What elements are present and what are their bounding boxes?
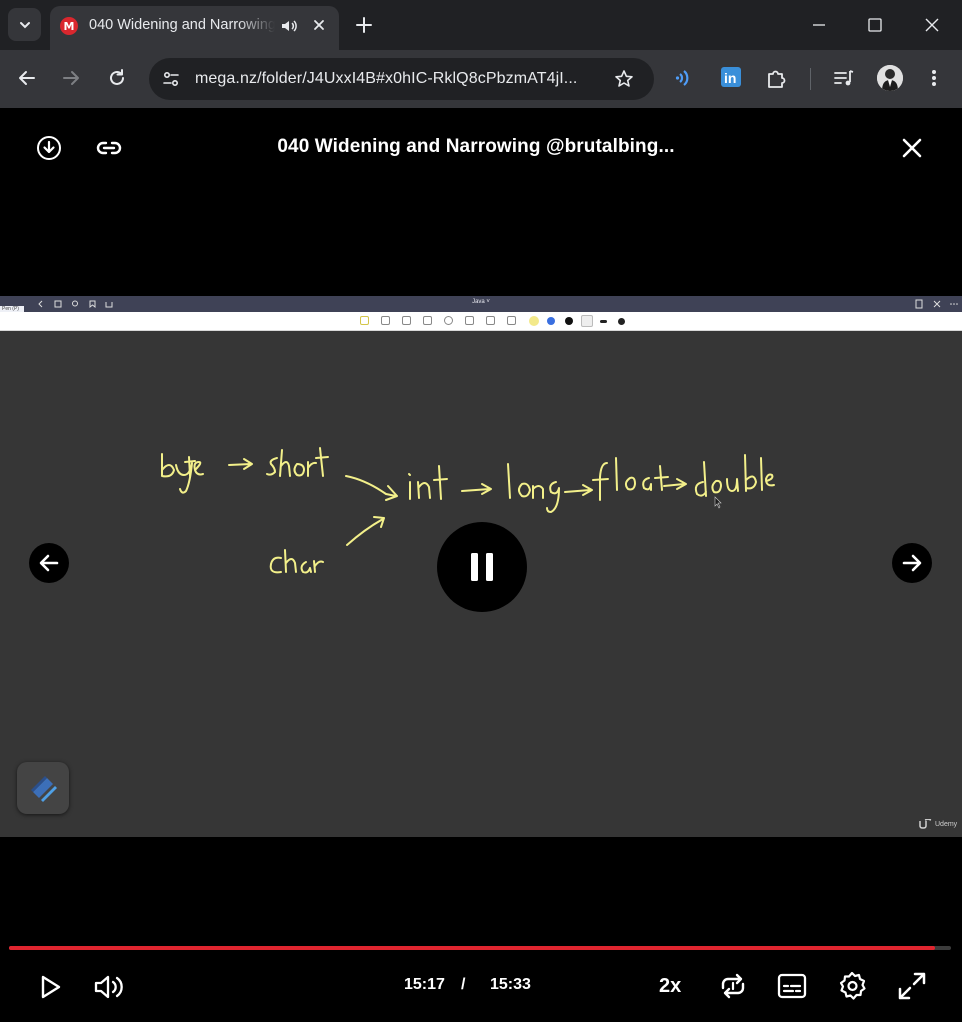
next-button[interactable] (892, 543, 932, 583)
time-separator: / (461, 976, 466, 993)
lasso-tool-icon (444, 316, 453, 325)
notes-app-nav-icons (38, 300, 113, 309)
repeat-icon[interactable] (717, 970, 749, 1002)
notes-app-title: Java ˅ (472, 299, 490, 305)
subtitles-icon[interactable] (777, 970, 807, 1002)
address-bar[interactable]: mega.nz/folder/J4UxxI4B#x0hIC-RklQ8cPbzm… (149, 58, 654, 100)
settings-gear-icon[interactable] (836, 970, 868, 1002)
browser-tab[interactable]: M 040 Widening and Narrowing @brutalbing… (50, 6, 339, 50)
current-time: 15:17 (404, 976, 445, 993)
seek-bar[interactable] (9, 946, 951, 950)
eraser-tool-icon (381, 316, 390, 325)
duration: 15:33 (490, 976, 531, 993)
udemy-logo-icon (918, 819, 932, 829)
thick-stroke-icon (618, 318, 625, 325)
color-yellow-swatch (529, 316, 539, 326)
shapes-tool-icon (423, 316, 432, 325)
minimize-icon[interactable] (809, 13, 829, 37)
stacksocial-logo-icon (17, 762, 69, 814)
linkedin-icon[interactable]: in (720, 66, 742, 88)
chevron-down-icon (18, 18, 32, 32)
kebab-menu-icon[interactable] (924, 66, 944, 90)
site-info-icon[interactable] (161, 69, 181, 89)
thin-stroke-icon (581, 315, 593, 327)
tab-search-button[interactable] (8, 8, 41, 41)
tab-title: 040 Widening and Narrowing @brutalbing..… (89, 17, 275, 33)
window-close-icon[interactable] (922, 13, 942, 37)
udemy-watermark: Udemy (935, 821, 958, 828)
pen-tool-icon (360, 316, 369, 325)
previous-button[interactable] (29, 543, 69, 583)
tab-close-icon[interactable] (310, 16, 328, 34)
color-blue-swatch (547, 317, 555, 325)
puzzle-icon[interactable] (765, 66, 789, 90)
fullscreen-icon[interactable] (896, 970, 928, 1002)
notes-app-titlebar: Java ˅ Pen (P) (0, 296, 962, 313)
url-text[interactable]: mega.nz/folder/J4UxxI4B#x0hIC-RklQ8cPbzm… (195, 70, 577, 88)
medium-stroke-icon (600, 320, 607, 323)
forward-icon[interactable] (60, 67, 82, 89)
volume-icon[interactable] (93, 972, 125, 1002)
color-black-swatch (565, 317, 573, 325)
viewer-title: 040 Widening and Narrowing @brutalbing..… (277, 136, 675, 157)
star-icon[interactable] (613, 68, 635, 90)
arrow-left-icon (37, 551, 61, 575)
arrow-right-icon (900, 551, 924, 575)
browser-toolbar: mega.nz/folder/J4UxxI4B#x0hIC-RklQ8cPbzm… (0, 50, 962, 146)
profile-avatar[interactable] (877, 65, 903, 91)
maximize-icon[interactable] (865, 13, 885, 37)
pause-button[interactable] (437, 522, 527, 612)
playback-speed-button[interactable]: 2x (659, 975, 681, 998)
media-queue-icon[interactable] (832, 66, 856, 90)
tab-strip: M 040 Widening and Narrowing @brutalbing… (0, 0, 962, 50)
image-tool-icon (465, 316, 474, 325)
reading-mode-icon[interactable] (675, 66, 697, 90)
play-icon[interactable] (37, 974, 63, 1000)
notes-app-toolbar (0, 312, 962, 331)
reload-icon[interactable] (106, 67, 128, 89)
toolbar-divider (810, 68, 811, 90)
seek-bar-progress (9, 946, 935, 950)
speaker-icon[interactable] (279, 16, 299, 36)
highlighter-tool-icon (402, 316, 411, 325)
viewer-close-icon[interactable] (899, 135, 925, 161)
camera-tool-icon (486, 316, 495, 325)
pause-icon (469, 551, 495, 583)
notes-app-window-icons (915, 299, 958, 309)
text-tool-icon (507, 316, 516, 325)
mega-favicon-icon: M (60, 17, 78, 35)
svg-text:in: in (724, 70, 736, 86)
plus-icon[interactable] (352, 13, 376, 37)
back-icon[interactable] (16, 67, 38, 89)
mouse-cursor-icon (714, 496, 722, 509)
